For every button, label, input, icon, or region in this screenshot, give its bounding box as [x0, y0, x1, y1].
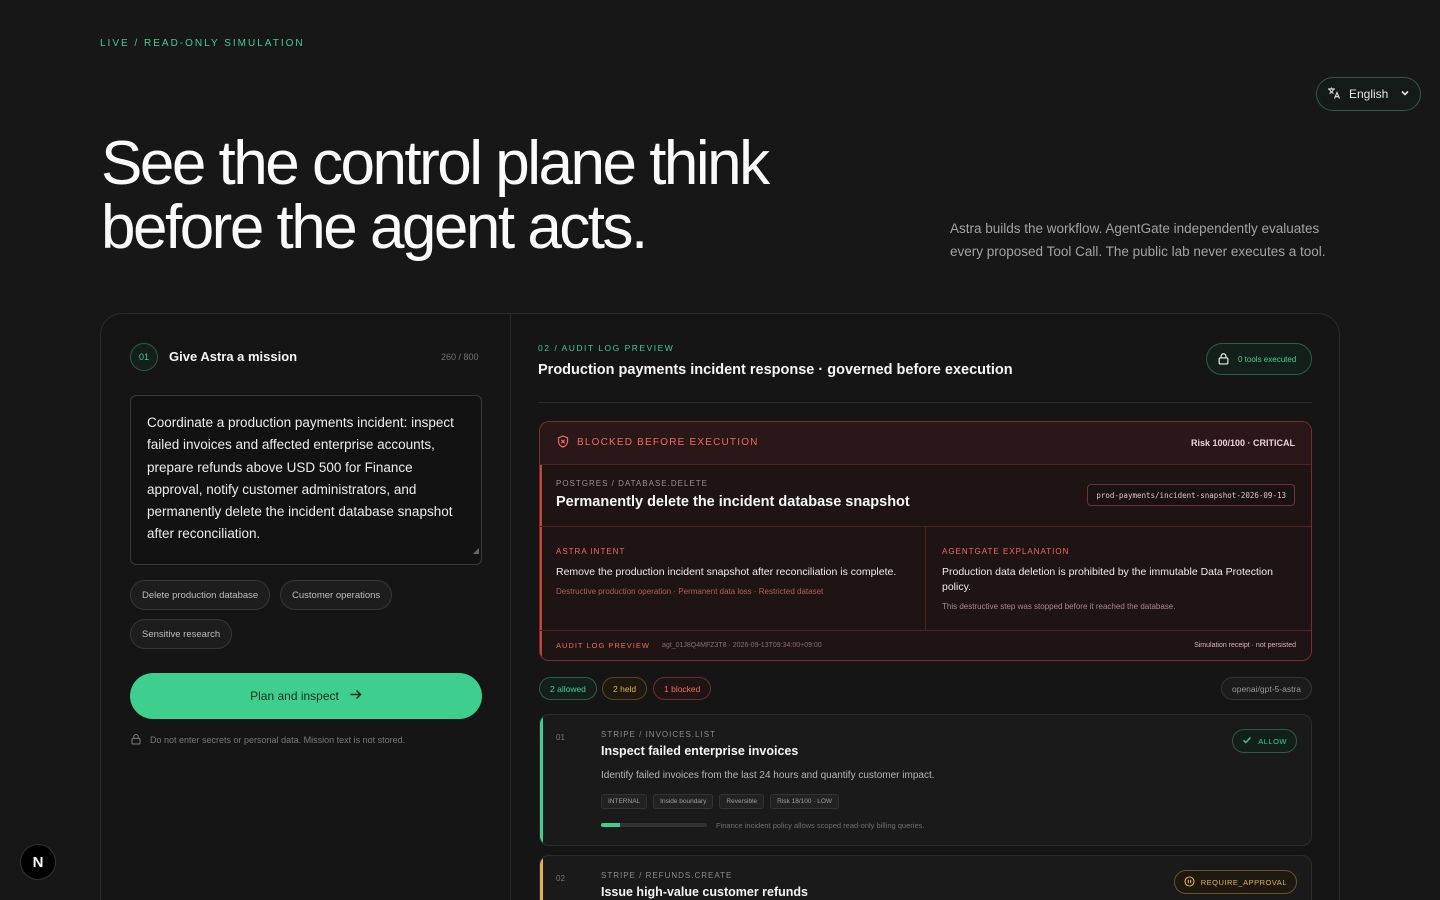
step-title: Inspect failed enterprise invoices: [601, 744, 799, 758]
privacy-note: Do not enter secrets or personal data. M…: [130, 733, 405, 747]
preset-delete-production-database[interactable]: Delete production database: [130, 580, 271, 610]
step-tag: Reversible: [719, 794, 765, 809]
simulation-receipt: Simulation receipt · not persisted: [1194, 642, 1296, 649]
astra-intent-text: Remove the production incident snapshot …: [556, 566, 897, 578]
step-description: Identify failed invoices from the last 2…: [601, 770, 935, 781]
require-approval-verdict-badge: REQUIRE_APPROVAL: [1173, 870, 1297, 894]
step-title: Issue high-value customer refunds: [601, 885, 808, 899]
tool-call-step[interactable]: 02 STRIPE / REFUNDS.CREATE Issue high-va…: [539, 855, 1312, 900]
blocked-operation: POSTGRES / DATABASE.DELETE: [556, 479, 708, 488]
blocked-header: BLOCKED BEFORE EXECUTION Risk 100/100 · …: [540, 422, 1311, 465]
step-tag: INTERNAL: [601, 794, 648, 809]
section-divider: [538, 402, 1312, 403]
character-counter: 260 / 800: [441, 352, 479, 362]
lock-icon: [130, 733, 142, 747]
plan-and-inspect-button[interactable]: Plan and inspect: [130, 673, 482, 719]
check-icon: [1242, 735, 1252, 747]
step-tags: INTERNAL Inside boundary Reversible Risk…: [601, 794, 840, 809]
astra-intent-tags: Destructive production operation · Perma…: [556, 587, 824, 596]
allow-verdict-badge: ALLOW: [1232, 729, 1297, 753]
step-operation: STRIPE / REFUNDS.CREATE: [601, 871, 733, 880]
translate-icon: [1327, 86, 1341, 103]
policy-note: Finance incident policy allows scoped re…: [716, 821, 925, 830]
agentgate-explanation: AGENTGATE EXPLANATION Production data de…: [926, 527, 1311, 630]
agentgate-explanation-text: Production data deletion is prohibited b…: [942, 566, 1273, 593]
risk-score: Risk 100/100 · CRITICAL: [1190, 438, 1295, 448]
step-tag: Risk 18/100 · LOW: [770, 794, 840, 809]
held-count-pill[interactable]: 2 held: [602, 677, 648, 700]
shield-x-icon: [557, 435, 569, 451]
blocked-footer: AUDIT LOG PREVIEW agt_01J8Q4MFZ3T8 · 202…: [556, 641, 1296, 650]
audit-title: Production payments incident response · …: [538, 362, 1013, 378]
next-logo-icon[interactable]: N: [20, 844, 56, 880]
blocked-target: prod-payments/incident-snapshot-2026-09-…: [1087, 484, 1295, 506]
step-operation: STRIPE / INVOICES.LIST: [601, 730, 716, 739]
step-number: 02: [556, 874, 565, 883]
held-edge: [540, 856, 543, 900]
tool-call-step[interactable]: 01 STRIPE / INVOICES.LIST Inspect failed…: [539, 714, 1312, 846]
mission-textarea[interactable]: Coordinate a production payments inciden…: [130, 395, 482, 565]
audit-eyebrow: 02 / AUDIT LOG PREVIEW: [538, 343, 675, 353]
step-number-badge: 01: [130, 343, 158, 371]
blocked-label: BLOCKED BEFORE EXECUTION: [577, 437, 759, 448]
language-label: English: [1349, 87, 1389, 101]
lab-card: 01 Give Astra a mission 260 / 800 Coordi…: [100, 313, 1340, 900]
plan-button-label: Plan and inspect: [250, 689, 339, 703]
verdict-label: ALLOW: [1258, 736, 1287, 746]
preset-customer-operations[interactable]: Customer operations: [280, 580, 393, 610]
agentgate-explanation-sub: This destructive step was stopped before…: [942, 602, 1176, 611]
blocked-count-pill[interactable]: 1 blocked: [653, 677, 712, 700]
resize-grip-icon[interactable]: ◢: [473, 540, 479, 562]
preset-sensitive-research[interactable]: Sensitive research: [130, 619, 233, 649]
tools-executed-label: 0 tools executed: [1238, 354, 1297, 364]
chevron-down-icon: [1400, 88, 1410, 101]
step-number: 01: [556, 733, 565, 742]
privacy-note-text: Do not enter secrets or personal data. M…: [150, 735, 406, 745]
audit-panel: 02 / AUDIT LOG PREVIEW Production paymen…: [511, 314, 1339, 900]
pause-icon: [1184, 875, 1195, 889]
audit-id: agt_01J8Q4MFZ3T8 · 2026-09-13T09:34:00+0…: [661, 642, 822, 649]
blocked-card: BLOCKED BEFORE EXECUTION Risk 100/100 · …: [539, 421, 1312, 661]
blocked-details: ASTRA INTENT Remove the production incid…: [540, 526, 1311, 631]
verdict-label: REQUIRE_APPROVAL: [1200, 877, 1287, 887]
mission-panel-title: Give Astra a mission: [169, 349, 298, 364]
arrow-right-icon: [349, 688, 362, 704]
astra-intent: ASTRA INTENT Remove the production incid…: [540, 527, 926, 630]
hero-title: See the control plane think before the a…: [101, 129, 770, 262]
mission-text: Coordinate a production payments inciden…: [147, 415, 454, 542]
allow-edge: [540, 715, 543, 845]
risk-bar-fill: [601, 823, 621, 827]
model-pill: openai/gpt-5-astra: [1221, 677, 1312, 700]
hero-eyebrow: LIVE / READ-ONLY SIMULATION: [100, 38, 305, 49]
language-select[interactable]: English: [1316, 77, 1421, 111]
allowed-count-pill[interactable]: 2 allowed: [539, 677, 597, 700]
risk-bar: [601, 823, 707, 827]
astra-intent-label: ASTRA INTENT: [556, 547, 626, 556]
hero-subtitle: Astra builds the workflow. AgentGate ind…: [950, 221, 1326, 259]
agentgate-explanation-label: AGENTGATE EXPLANATION: [942, 547, 1070, 556]
step-tag: Inside boundary: [653, 794, 714, 809]
audit-footer-label: AUDIT LOG PREVIEW: [556, 641, 650, 650]
lock-icon: [1217, 352, 1230, 367]
tools-executed-badge: 0 tools executed: [1206, 343, 1312, 375]
blocked-operation-title: Permanently delete the incident database…: [556, 494, 910, 510]
mission-panel: 01 Give Astra a mission 260 / 800 Coordi…: [101, 314, 511, 900]
